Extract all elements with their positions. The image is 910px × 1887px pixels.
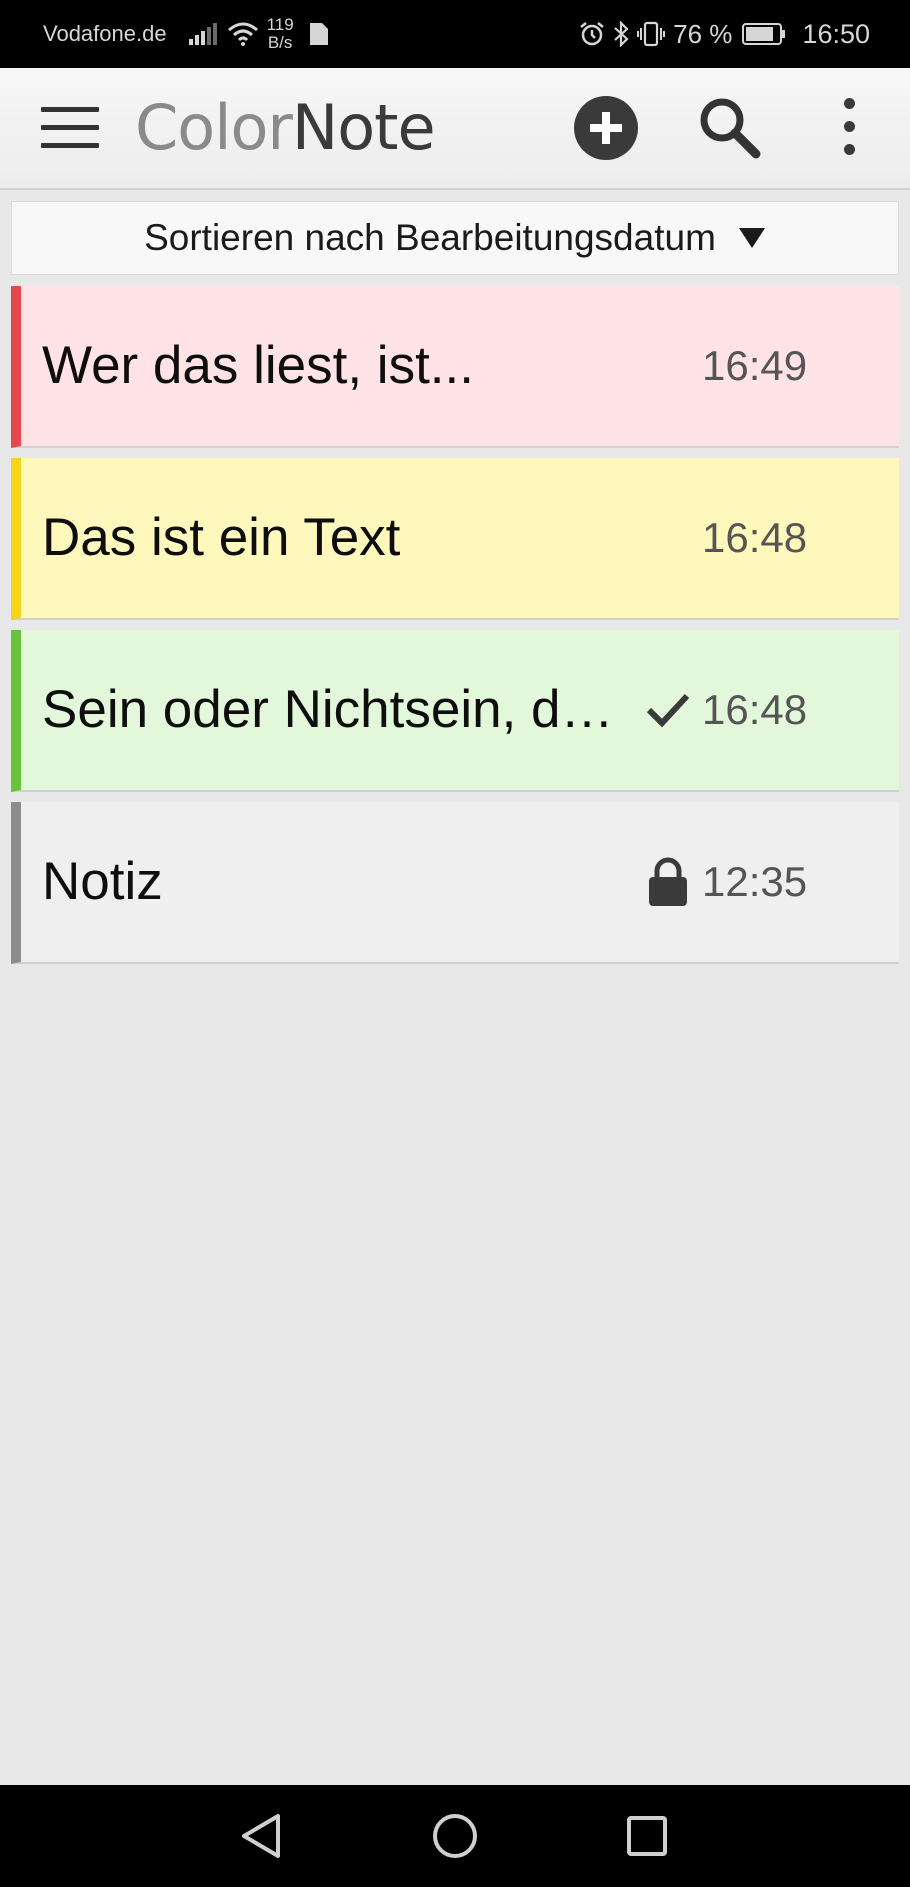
plus-icon bbox=[590, 112, 622, 144]
vibrate-icon bbox=[637, 21, 666, 47]
note-title: Wer das liest, ist... bbox=[42, 336, 474, 395]
search-icon bbox=[700, 98, 761, 159]
note-title: Notiz bbox=[42, 852, 163, 911]
note-item[interactable]: Notiz 12:35 bbox=[11, 802, 899, 964]
menu-button[interactable] bbox=[41, 107, 99, 151]
sort-label: Sortieren nach Bearbeitungsdatum bbox=[144, 217, 716, 258]
alarm-icon bbox=[579, 21, 605, 47]
search-button[interactable] bbox=[694, 94, 764, 164]
add-note-button[interactable] bbox=[574, 96, 638, 160]
note-item[interactable]: Sein oder Nichtsein, d… 16:48 bbox=[11, 630, 899, 792]
home-button[interactable] bbox=[428, 1809, 482, 1863]
note-time: 16:48 bbox=[702, 686, 808, 733]
logo-part-color: Color bbox=[135, 91, 293, 164]
app-logo: ColorNote bbox=[135, 90, 436, 166]
logo-part-note: Note bbox=[291, 91, 436, 164]
back-button[interactable] bbox=[234, 1809, 288, 1863]
navigation-bar bbox=[0, 1785, 910, 1887]
status-time: 16:50 bbox=[802, 18, 870, 49]
battery-percent: 76 % bbox=[673, 18, 733, 49]
note-title: Sein oder Nichtsein, d… bbox=[42, 680, 614, 739]
dropdown-arrow-icon bbox=[738, 227, 766, 249]
file-icon bbox=[309, 23, 328, 45]
note-time: 16:49 bbox=[702, 342, 808, 389]
more-options-button[interactable] bbox=[838, 98, 860, 160]
notes-list: Wer das liest, ist... 16:49 Das ist ein … bbox=[11, 286, 899, 974]
recents-square-icon bbox=[627, 1816, 667, 1856]
note-item[interactable]: Das ist ein Text 16:48 bbox=[11, 458, 899, 620]
status-right: 76 % 16:50 bbox=[579, 19, 870, 50]
network-speed: 119 B/s bbox=[267, 16, 294, 52]
dot-icon bbox=[843, 144, 855, 155]
menu-bar bbox=[41, 125, 99, 130]
signal-icon bbox=[188, 23, 217, 45]
check-icon bbox=[646, 630, 690, 790]
menu-bar bbox=[41, 107, 99, 112]
speed-value: 119 bbox=[266, 15, 294, 34]
dot-icon bbox=[843, 98, 855, 109]
back-triangle-icon bbox=[242, 1814, 280, 1858]
speed-unit: B/s bbox=[267, 33, 293, 52]
note-time: 12:35 bbox=[702, 858, 808, 905]
carrier-name: Vodafone.de bbox=[43, 21, 167, 46]
sort-dropdown[interactable]: Sortieren nach Bearbeitungsdatum bbox=[11, 201, 899, 275]
status-left: Vodafone.de 119 B/s bbox=[43, 16, 328, 52]
dot-icon bbox=[843, 121, 855, 132]
lock-icon bbox=[648, 802, 688, 962]
note-time: 16:48 bbox=[702, 514, 808, 561]
bluetooth-icon bbox=[613, 21, 629, 47]
note-item[interactable]: Wer das liest, ist... 16:49 bbox=[11, 286, 899, 448]
home-circle-icon bbox=[433, 1814, 477, 1858]
wifi-icon bbox=[227, 22, 259, 46]
battery-icon bbox=[742, 23, 786, 45]
menu-bar bbox=[41, 143, 99, 148]
status-bar: Vodafone.de 119 B/s 76 % 16:50 bbox=[0, 0, 910, 68]
note-title: Das ist ein Text bbox=[42, 508, 401, 567]
recents-button[interactable] bbox=[620, 1809, 674, 1863]
app-bar: ColorNote bbox=[0, 68, 910, 190]
